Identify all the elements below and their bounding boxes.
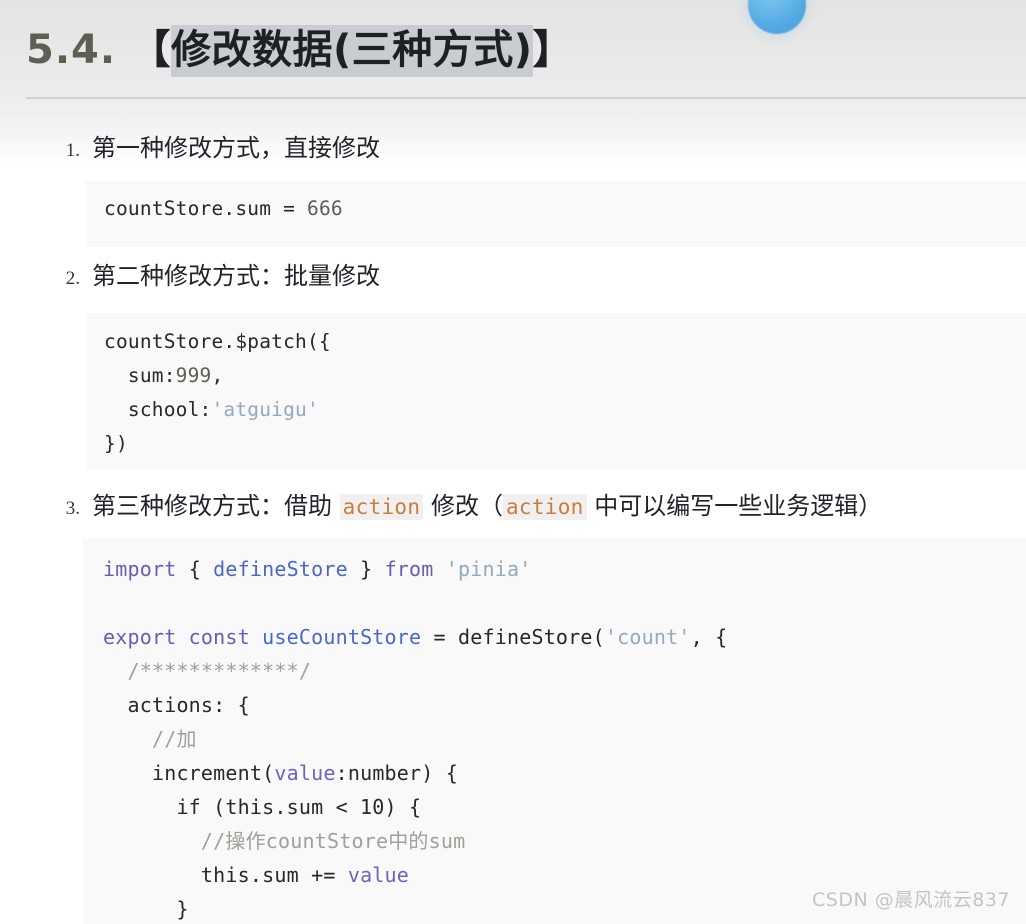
code-line: increment(value:number) { bbox=[103, 761, 459, 785]
list-item: 1. 第一种修改方式，直接修改 bbox=[44, 128, 380, 163]
page-title-number: 5.4. bbox=[26, 27, 117, 73]
code-line: if (this.sum < 10) { bbox=[103, 795, 422, 819]
list-item-label: 第一种修改方式，直接修改 bbox=[92, 134, 380, 162]
list-item-label: 第三种修改方式：借助 action 修改（ action 中可以编写一些业务逻辑） bbox=[92, 486, 882, 521]
list-item-text-prefix: 第三种修改方式：借助 bbox=[92, 492, 332, 520]
inline-code-action: action bbox=[339, 494, 424, 520]
code-line: //加 bbox=[103, 727, 197, 751]
list-item: 3. 第三种修改方式：借助 action 修改（ action 中可以编写一些业务逻… bbox=[44, 486, 882, 521]
page-title: 5.4. 【修改数据(三种方式)】 bbox=[26, 22, 573, 78]
code-block: countStore.$patch({ sum:999, school:'atg… bbox=[86, 313, 1026, 469]
list-item-text-middle: 修改（ bbox=[430, 492, 503, 520]
code-line: sum:999, bbox=[104, 364, 224, 387]
code-line: actions: { bbox=[103, 693, 250, 717]
list-item-marker: 3. bbox=[65, 498, 80, 519]
list-item: 2. 第二种修改方式：批量修改 bbox=[44, 256, 380, 291]
code-line: }) bbox=[104, 432, 128, 455]
list-item-label: 第二种修改方式：批量修改 bbox=[92, 262, 380, 290]
code-line: school:'atguigu' bbox=[104, 398, 319, 421]
list-item-marker: 2. bbox=[65, 268, 80, 289]
code-line: import { defineStore } from 'pinia' bbox=[103, 557, 532, 581]
code-line: countStore.sum = 666 bbox=[104, 197, 343, 220]
page-title-bracket-close: 】 bbox=[532, 27, 574, 73]
list-item-marker: 1. bbox=[65, 140, 80, 161]
code-line: /*************/ bbox=[103, 659, 312, 683]
code-block: countStore.sum = 666 bbox=[86, 181, 1026, 247]
timer-badge: 00:00 bbox=[748, 0, 806, 34]
code-line: //操作countStore中的sum bbox=[103, 829, 466, 853]
page-title-bracket-open: 【 bbox=[130, 27, 171, 73]
code-block: import { defineStore } from 'pinia' expo… bbox=[83, 538, 1026, 924]
inline-code-action: action bbox=[502, 494, 587, 520]
code-line: countStore.$patch({ bbox=[104, 330, 331, 353]
title-divider bbox=[26, 97, 1026, 99]
page-root: 00:00 5.4. 【修改数据(三种方式)】 1. 第一种修改方式，直接修改 c… bbox=[0, 0, 1026, 924]
watermark: CSDN @晨风流云837 bbox=[812, 889, 1010, 911]
code-line: export const useCountStore = defineStore… bbox=[103, 625, 728, 649]
page-title-highlighted: 修改数据(三种方式) bbox=[171, 25, 533, 77]
list-item-text-suffix: 中可以编写一些业务逻辑） bbox=[594, 492, 883, 520]
